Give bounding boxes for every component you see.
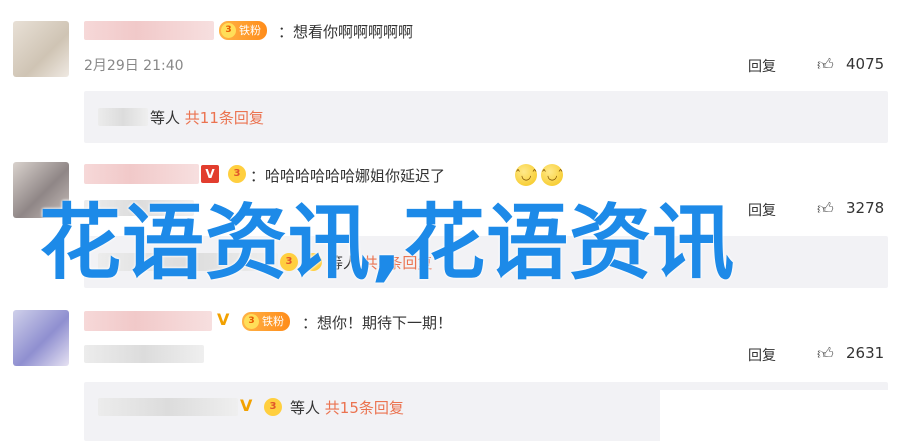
sub-replies-summary[interactable]: 等人 共15条回复 [290, 397, 404, 418]
fan-badge[interactable]: 3 铁粉 [242, 312, 290, 331]
comment-text: ：想你！期待下一期！ [302, 314, 453, 332]
username-blurred[interactable] [84, 21, 214, 40]
crown-icon: 3 [244, 314, 259, 329]
crown-icon: 3 [221, 23, 236, 38]
sub-replies-summary[interactable]: 等人 共11条回复 [150, 107, 264, 128]
comment-text: ：想看你啊啊啊啊啊 [278, 23, 414, 41]
thumbs-up-icon[interactable]: 👍︎ [817, 344, 834, 364]
watermark-text: 花语资讯,花语资讯 [39, 196, 736, 291]
sub-replies: 等人 共11条回复 [84, 91, 888, 143]
like-count: 2631 [846, 344, 885, 362]
comment-time: 2月29日 21:40 [84, 58, 184, 74]
v-verified-icon: V [217, 310, 230, 329]
comment-time-blurred [84, 345, 204, 363]
thumbs-up-icon[interactable]: 👍︎ [817, 55, 834, 75]
fan-badge[interactable]: 3 铁粉 [219, 21, 267, 40]
sub-others-label: 等人 [150, 109, 181, 127]
like-count: 4075 [846, 55, 885, 73]
username-blurred[interactable] [84, 311, 212, 331]
thumbs-up-icon[interactable]: 👍︎ [817, 199, 834, 219]
like-count: 3278 [846, 199, 885, 217]
sub-reply-count[interactable]: 共11条回复 [185, 109, 264, 127]
reply-button[interactable]: 回复 [748, 56, 776, 76]
sub-username-blurred[interactable] [98, 108, 148, 126]
fan-badge-label: 铁粉 [239, 24, 261, 37]
sub-others-label: 等人 [290, 399, 321, 417]
blank-area [660, 390, 910, 441]
fan-badge-label: 铁粉 [262, 315, 284, 328]
reply-button[interactable]: 回复 [748, 345, 776, 365]
crown-icon: 3 [264, 398, 282, 416]
avatar[interactable] [13, 310, 69, 366]
avatar[interactable] [13, 21, 69, 77]
v-verified-icon: V [240, 396, 253, 415]
sub-username-blurred[interactable] [98, 398, 238, 416]
reply-button[interactable]: 回复 [748, 200, 776, 220]
sub-reply-count[interactable]: 共15条回复 [325, 399, 404, 417]
